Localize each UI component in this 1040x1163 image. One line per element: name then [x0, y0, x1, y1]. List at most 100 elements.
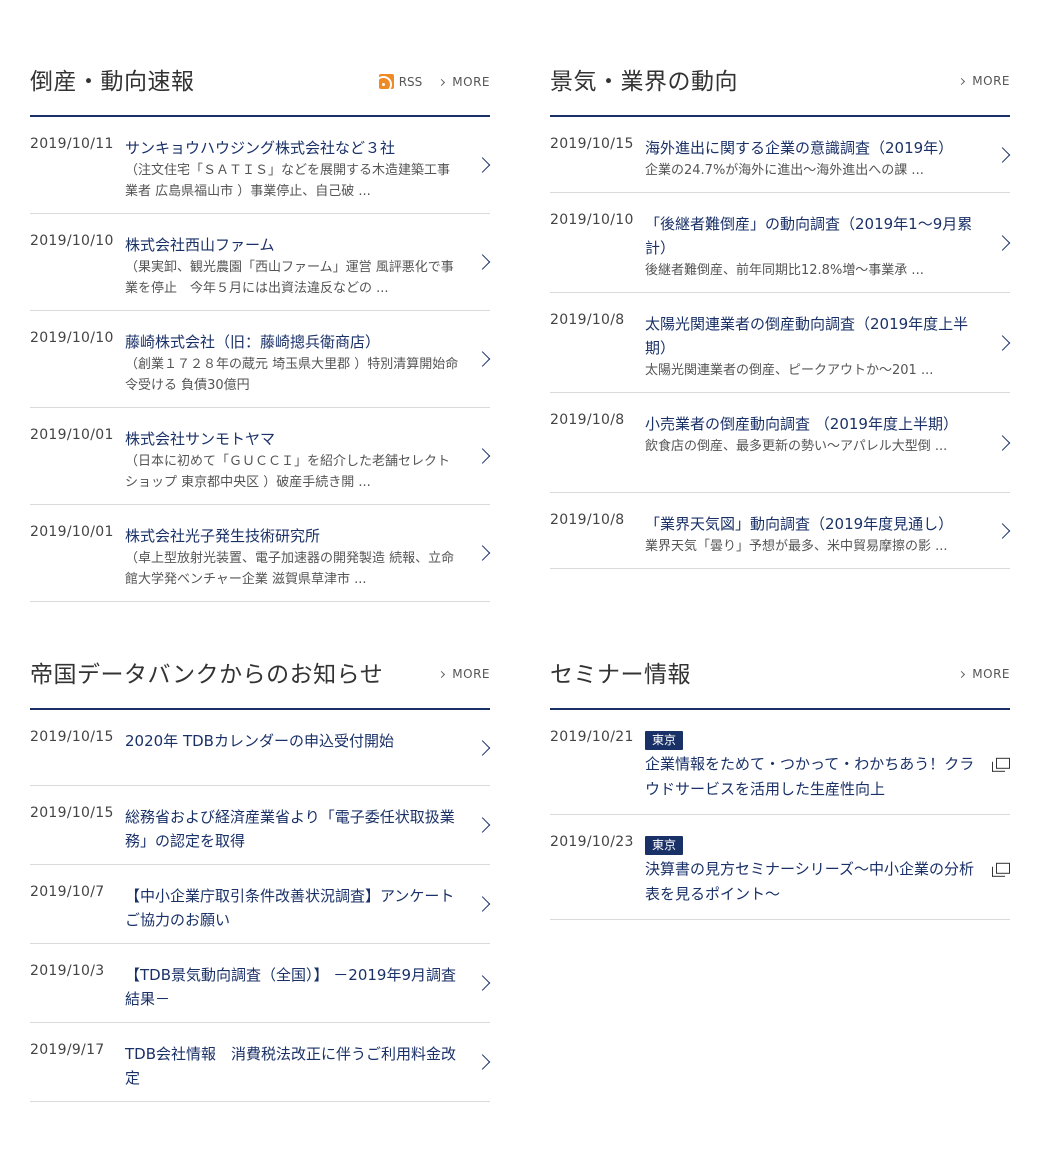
location-badge: 東京 [645, 836, 684, 855]
list-item[interactable]: 2019/10/01 株式会社光子発生技術研究所 （卓上型放射光装置、電子加速器の… [30, 505, 491, 602]
more-label: MORE [452, 74, 490, 89]
chevron-right-icon [474, 739, 491, 756]
list-item[interactable]: 2019/10/10 藤崎株式会社（旧：藤崎摠兵衛商店） （創業１７２８年の蔵元 … [30, 311, 491, 408]
item-title[interactable]: 株式会社西山ファーム [125, 233, 462, 257]
more-link[interactable]: MORE [438, 667, 490, 681]
item-date: 2019/10/01 [30, 524, 114, 540]
item-title[interactable]: 決算書の見方セミナーシリーズ～中小企業の分析表を見るポイント～ [645, 857, 982, 907]
item-description: （果実卸、観光農園「西山ファーム」運営 風評悪化で事業を停止 今年５月には出資法… [125, 260, 454, 296]
more-link[interactable]: MORE [958, 74, 1010, 88]
more-label: MORE [452, 667, 490, 681]
chevron-right-icon [474, 351, 491, 367]
chevron-right-icon [994, 522, 1011, 539]
item-title[interactable]: 株式会社光子発生技術研究所 [125, 524, 462, 548]
list-item[interactable]: 2019/10/15 2020年 TDBカレンダーの申込受付開始 [30, 710, 491, 786]
item-date: 2019/10/01 [30, 427, 114, 443]
item-date: 2019/10/7 [30, 884, 105, 900]
list-item[interactable]: 2019/10/8 小売業者の倒産動向調査 （2019年度上半期） 飲食店の倒産、… [550, 393, 1011, 493]
chevron-right-icon [958, 77, 966, 86]
chevron-right-icon [994, 334, 1011, 351]
more-link[interactable]: MORE [438, 74, 490, 89]
item-title[interactable]: 株式会社サンモトヤマ [125, 427, 462, 451]
section-title: セミナー情報 [550, 662, 691, 688]
list-item[interactable]: 2019/10/7 【中小企業庁取引条件改善状況調査】アンケートご協力のお願い [30, 865, 491, 944]
item-date: 2019/10/15 [30, 805, 114, 821]
item-title[interactable]: 総務省および経済産業省より「電子委任状取扱業務」の認定を取得 [125, 805, 462, 853]
section-header: セミナー情報 MORE [550, 651, 1010, 710]
item-date: 2019/10/8 [550, 312, 625, 328]
more-label: MORE [972, 667, 1010, 681]
rss-link[interactable]: RSS [378, 74, 423, 89]
item-description: 太陽光関連業者の倒産、ピークアウトか～201 ... [645, 363, 934, 378]
list-item[interactable]: 2019/10/15 海外進出に関する企業の意識調査（2019年） 企業の24.7… [550, 117, 1011, 193]
section-title: 帝国データバンクからのお知らせ [30, 662, 384, 688]
item-title[interactable]: TDB会社情報 消費税法改正に伴うご利用料金改定 [125, 1042, 462, 1090]
list-item[interactable]: 2019/10/11 サンキョウハウジング株式会社など３社 （注文住宅「ＳＡＴＩＳ… [30, 117, 491, 214]
item-title[interactable]: 藤崎株式会社（旧：藤崎摠兵衛商店） [125, 330, 462, 354]
item-date: 2019/10/8 [550, 512, 625, 528]
chevron-right-icon [474, 157, 491, 173]
item-date: 2019/10/10 [30, 330, 114, 346]
list-item[interactable]: 2019/10/8 太陽光関連業者の倒産動向調査（2019年度上半期） 太陽光関連… [550, 293, 1011, 393]
list-item[interactable]: 2019/10/3 【TDB景気動向調査（全国）】 －2019年9月調査結果－ [30, 944, 491, 1023]
item-date: 2019/10/23 [550, 834, 634, 850]
chevron-right-icon [994, 146, 1011, 163]
header-links: MORE [958, 74, 1010, 88]
section-header: 倒産・動向速報 RSS MORE [30, 58, 490, 117]
item-date: 2019/10/15 [30, 729, 114, 745]
item-title[interactable]: 「後継者難倒産」の動向調査（2019年1～9月累計） [645, 212, 982, 260]
chevron-right-icon [474, 448, 491, 464]
list-item[interactable]: 2019/10/21 東京 企業情報をためて・つかって・わかちあう！クラウドサー… [550, 710, 1010, 815]
item-date: 2019/9/17 [30, 1042, 105, 1058]
list-item[interactable]: 2019/10/10 「後継者難倒産」の動向調査（2019年1～9月累計） 後継者… [550, 193, 1011, 293]
bankruptcy-news-section: 倒産・動向速報 RSS MORE 2019/10/11 サンキョウハウジング株式… [30, 58, 491, 602]
chevron-right-icon [438, 670, 446, 679]
section-header: 帝国データバンクからのお知らせ MORE [30, 651, 490, 710]
chevron-right-icon [474, 545, 491, 561]
chevron-right-icon [994, 234, 1011, 251]
item-title[interactable]: 太陽光関連業者の倒産動向調査（2019年度上半期） [645, 312, 982, 360]
item-title[interactable]: 【TDB景気動向調査（全国）】 －2019年9月調査結果－ [125, 963, 462, 1011]
item-date: 2019/10/15 [550, 136, 634, 152]
trend-list: 2019/10/15 海外進出に関する企業の意識調査（2019年） 企業の24.7… [550, 117, 1011, 569]
more-label: MORE [972, 74, 1010, 88]
chevron-right-icon [958, 670, 966, 679]
more-link[interactable]: MORE [958, 667, 1010, 681]
external-window-icon [992, 862, 1010, 877]
rss-icon [378, 74, 394, 89]
header-links: MORE [438, 667, 490, 681]
section-title: 倒産・動向速報 [30, 69, 195, 95]
rss-label: RSS [398, 74, 423, 89]
item-title[interactable]: 2020年 TDBカレンダーの申込受付開始 [125, 729, 462, 753]
item-date: 2019/10/3 [30, 963, 105, 979]
list-item[interactable]: 2019/10/23 東京 決算書の見方セミナーシリーズ～中小企業の分析表を見る… [550, 815, 1010, 920]
chevron-right-icon [994, 434, 1011, 451]
list-item[interactable]: 2019/10/15 総務省および経済産業省より「電子委任状取扱業務」の認定を取… [30, 786, 491, 865]
notice-list: 2019/10/15 2020年 TDBカレンダーの申込受付開始 2019/10… [30, 710, 491, 1102]
item-description: （創業１７２８年の蔵元 埼玉県大里郡 ）特別清算開始命令受ける 負債30億円 [125, 357, 459, 393]
list-item[interactable]: 2019/10/01 株式会社サンモトヤマ （日本に初めて「ＧＵＣＣＩ」を紹介した… [30, 408, 491, 505]
chevron-right-icon [474, 896, 491, 912]
item-title[interactable]: 小売業者の倒産動向調査 （2019年度上半期） [645, 412, 982, 436]
tdb-notice-section: 帝国データバンクからのお知らせ MORE 2019/10/15 2020年 TD… [30, 651, 491, 1102]
item-title[interactable]: サンキョウハウジング株式会社など３社 [125, 136, 462, 160]
external-window-icon [992, 757, 1010, 772]
item-date: 2019/10/8 [550, 412, 625, 428]
list-item[interactable]: 2019/10/8 「業界天気図」動向調査（2019年度見通し） 業界天気「曇り」… [550, 493, 1011, 569]
item-description: 企業の24.7%が海外に進出～海外進出への課 ... [645, 163, 924, 178]
section-header: 景気・業界の動向 MORE [550, 58, 1010, 117]
item-date: 2019/10/10 [550, 212, 634, 228]
section-title: 景気・業界の動向 [550, 69, 738, 95]
list-item[interactable]: 2019/9/17 TDB会社情報 消費税法改正に伴うご利用料金改定 [30, 1023, 491, 1102]
header-links: RSS MORE [378, 74, 490, 89]
chevron-right-icon [438, 78, 446, 86]
item-title[interactable]: 【中小企業庁取引条件改善状況調査】アンケートご協力のお願い [125, 884, 462, 932]
chevron-right-icon [474, 817, 491, 833]
item-title[interactable]: 海外進出に関する企業の意識調査（2019年） [645, 136, 982, 160]
item-description: 業界天気「曇り」予想が最多、米中貿易摩擦の影 ... [645, 539, 948, 554]
location-badge: 東京 [645, 731, 684, 750]
item-date: 2019/10/11 [30, 136, 114, 152]
item-title[interactable]: 「業界天気図」動向調査（2019年度見通し） [645, 512, 982, 536]
list-item[interactable]: 2019/10/10 株式会社西山ファーム （果実卸、観光農園「西山ファーム」運営… [30, 214, 491, 311]
item-title[interactable]: 企業情報をためて・つかって・わかちあう！クラウドサービスを活用した生産性向上 [645, 752, 982, 802]
